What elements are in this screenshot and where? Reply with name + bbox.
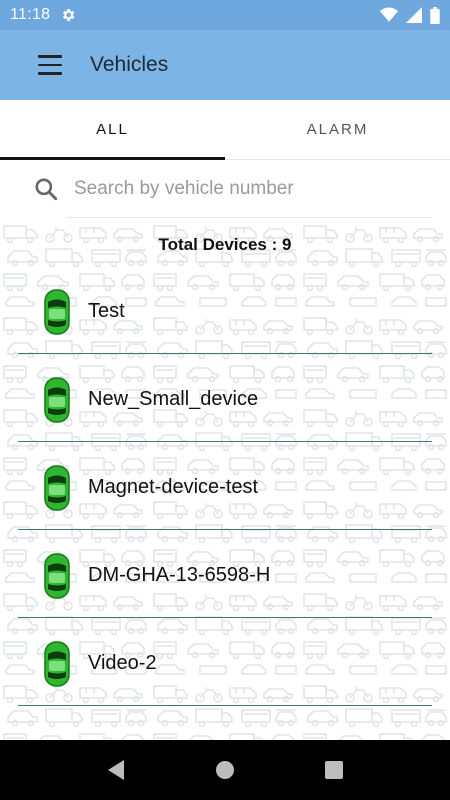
recents-icon[interactable] [322, 758, 346, 782]
vehicle-list[interactable]: Total Devices : 9 Test New_Small_device … [0, 218, 450, 740]
car-icon [44, 377, 70, 423]
total-devices-label: Total Devices : 9 [158, 235, 292, 254]
vehicle-name: Magnet-device-test [88, 476, 259, 498]
system-nav-bar [0, 740, 450, 800]
wifi-icon [380, 7, 398, 22]
car-icon [44, 289, 70, 335]
list-item[interactable]: DM-GHA-13-6598-H [18, 530, 432, 618]
list-item[interactable]: New_Small_device [18, 354, 432, 442]
list-item[interactable]: Test [18, 266, 432, 354]
vehicle-name: New_Small_device [88, 388, 259, 410]
vehicle-name: Test [88, 300, 125, 322]
vehicle-name: DM-GHA-13-6598-H [88, 564, 271, 586]
car-icon [44, 465, 70, 511]
search-icon[interactable] [33, 176, 59, 202]
hamburger-menu-icon[interactable] [25, 40, 75, 90]
vehicle-name: Video-2 [88, 652, 157, 674]
tab-bar: ALL ALARM [0, 100, 450, 160]
list-item[interactable]: Video-2 [18, 618, 432, 706]
page-title: Vehicles [90, 53, 169, 76]
tab-alarm[interactable]: ALARM [225, 100, 450, 159]
home-icon[interactable] [213, 758, 237, 782]
tab-all[interactable]: ALL [0, 100, 225, 160]
status-bar: 11:18 [0, 0, 450, 30]
app-bar: Vehicles [0, 30, 450, 100]
list-item[interactable]: Magnet-device-test [18, 442, 432, 530]
back-icon[interactable] [104, 758, 128, 782]
signal-icon [406, 7, 422, 23]
search-bar [0, 160, 450, 218]
status-time: 11:18 [10, 6, 51, 23]
car-icon [44, 553, 70, 599]
car-icon [44, 641, 70, 687]
search-input[interactable] [74, 169, 414, 209]
settings-icon [63, 9, 75, 21]
battery-icon [430, 6, 440, 24]
